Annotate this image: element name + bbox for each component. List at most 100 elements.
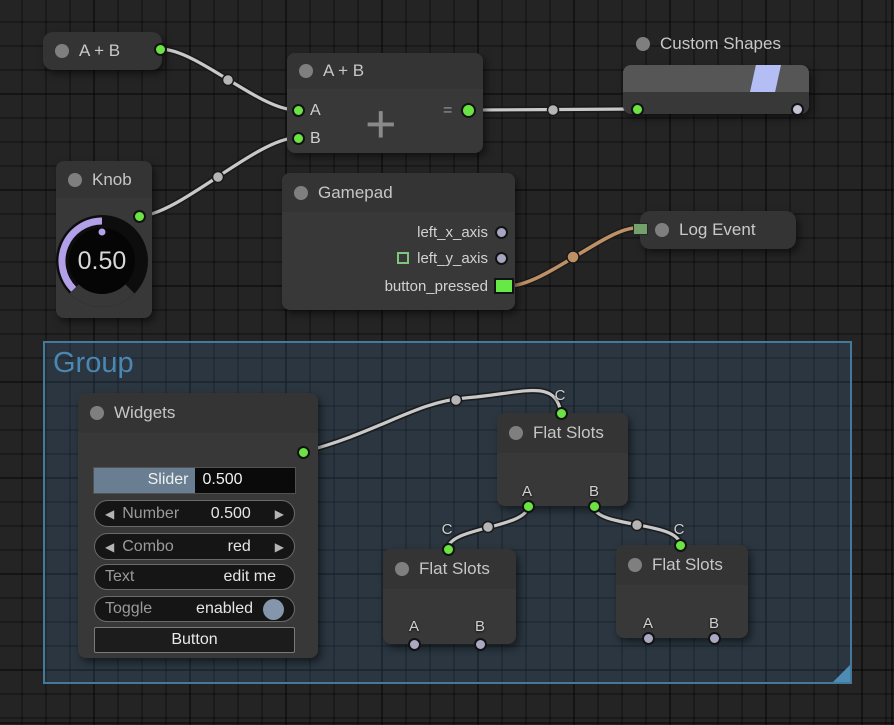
toggle-knob[interactable] (263, 599, 284, 620)
wire-knob-to-add (139, 138, 296, 216)
node-add[interactable]: A + B + A B = (287, 53, 483, 153)
combo-label: Combo (122, 538, 174, 556)
output-slot-a[interactable] (522, 500, 535, 513)
node-title: Custom Shapes (660, 34, 781, 54)
output-row-left-x-axis[interactable]: left_x_axis (417, 220, 515, 244)
node-gamepad[interactable]: Gamepad left_x_axis left_y_axis button_p… (282, 173, 515, 310)
button-widget[interactable]: Button (94, 627, 295, 653)
slider-label: Slider (148, 471, 189, 489)
output-slot-a[interactable] (408, 638, 421, 651)
output-slot[interactable] (495, 226, 508, 239)
output-slot-b[interactable] (588, 500, 601, 513)
collapse-dot[interactable] (294, 186, 308, 200)
output-label: button_pressed (385, 278, 488, 295)
output-slot-b[interactable] (708, 632, 721, 645)
output-label-a: A (522, 483, 532, 500)
collapse-dot[interactable] (299, 64, 313, 78)
node-title: Flat Slots (419, 559, 490, 579)
output-slot[interactable] (133, 210, 146, 223)
number-widget[interactable]: ◀ Number 0.500 ▶ (94, 500, 295, 527)
output-slot[interactable] (461, 103, 476, 118)
output-row-button-pressed[interactable]: button_pressed (385, 274, 515, 298)
text-label: Text (105, 568, 134, 586)
output-slot[interactable] (297, 446, 310, 459)
arrow-left-icon[interactable]: ◀ (105, 540, 114, 554)
wire-add-to-customshapes (470, 109, 637, 110)
node-flat-slots-mid[interactable]: Flat Slots C A B (497, 413, 628, 506)
collapse-dot[interactable] (68, 173, 82, 187)
text-value[interactable]: edit me (224, 568, 276, 586)
operator-symbol: + (365, 97, 397, 151)
input-label-b: B (310, 130, 321, 148)
combo-widget[interactable]: ◀ Combo red ▶ (94, 533, 295, 560)
node-title: Knob (92, 170, 132, 190)
input-label-c: C (555, 387, 566, 404)
collapse-dot[interactable] (395, 562, 409, 576)
number-value: 0.500 (211, 505, 251, 523)
node-graph-canvas[interactable]: Group (0, 0, 894, 725)
node-title: Log Event (679, 220, 756, 240)
wire-gamepad-to-logevent (508, 228, 636, 286)
node-title: Flat Slots (652, 555, 723, 575)
input-label-a: A (310, 102, 321, 120)
output-label-a: A (643, 615, 653, 632)
text-widget[interactable]: Text edit me (94, 564, 295, 590)
button-label: Button (171, 631, 217, 649)
node-log-event[interactable]: Log Event (640, 211, 796, 249)
input-slot-a[interactable] (292, 104, 305, 117)
input-slot[interactable] (631, 103, 644, 116)
custom-shape-band (623, 65, 809, 92)
reroute-dot-event (567, 251, 579, 263)
node-title: A + B (79, 41, 120, 61)
output-label-b: B (475, 618, 485, 635)
group-resize-handle[interactable] (833, 665, 850, 682)
collapse-dot[interactable] (509, 426, 523, 440)
value-preview-square (397, 252, 409, 264)
input-slot-c[interactable] (442, 543, 455, 556)
slider-value: 0.500 (203, 471, 243, 489)
node-title: Flat Slots (533, 423, 604, 443)
output-label-a: A (409, 618, 419, 635)
node-custom-shapes[interactable] (623, 65, 809, 114)
output-slot-b[interactable] (474, 638, 487, 651)
output-label-b: B (589, 483, 599, 500)
node-title: Gamepad (318, 183, 393, 203)
slider-widget[interactable]: Slider 0.500 (94, 468, 295, 493)
node-widgets[interactable]: Widgets Slider 0.500 ◀ Number 0.500 ▶ ◀ … (78, 393, 318, 658)
node-title-row[interactable]: Custom Shapes (636, 34, 781, 54)
arrow-right-icon[interactable]: ▶ (275, 507, 284, 521)
node-flat-slots-right[interactable]: Flat Slots C A B (616, 545, 748, 638)
collapse-dot[interactable] (655, 223, 669, 237)
output-row-left-y-axis[interactable]: left_y_axis (397, 246, 515, 270)
toggle-widget[interactable]: Toggle enabled (94, 596, 295, 622)
output-slot[interactable] (791, 103, 804, 116)
output-label: left_x_axis (417, 224, 488, 241)
node-knob[interactable]: Knob 0.50 (56, 161, 152, 318)
input-slot-c[interactable] (555, 407, 568, 420)
collapse-dot[interactable] (55, 44, 69, 58)
node-title: A + B (323, 61, 364, 81)
output-slot[interactable] (495, 252, 508, 265)
output-label: left_y_axis (417, 250, 488, 267)
toggle-label: Toggle (105, 600, 152, 618)
reroute-dot (548, 105, 559, 116)
input-slot-b[interactable] (292, 132, 305, 145)
node-flat-slots-left[interactable]: Flat Slots C A B (383, 549, 516, 644)
collapse-dot[interactable] (90, 406, 104, 420)
collapse-dot[interactable] (628, 558, 642, 572)
reroute-dot (223, 75, 234, 86)
node-title: Widgets (114, 403, 175, 423)
knob-value: 0.50 (78, 247, 127, 275)
output-slot-event[interactable] (494, 278, 514, 294)
input-slot-event[interactable] (633, 223, 648, 235)
input-slot-c[interactable] (674, 539, 687, 552)
output-slot[interactable] (154, 43, 167, 56)
arrow-right-icon[interactable]: ▶ (275, 540, 284, 554)
output-label-b: B (709, 615, 719, 632)
reroute-dot (213, 172, 224, 183)
output-slot-a[interactable] (642, 632, 655, 645)
node-add-collapsed[interactable]: A + B (43, 32, 162, 70)
group-title[interactable]: Group (53, 347, 134, 380)
collapse-dot[interactable] (636, 37, 650, 51)
arrow-left-icon[interactable]: ◀ (105, 507, 114, 521)
